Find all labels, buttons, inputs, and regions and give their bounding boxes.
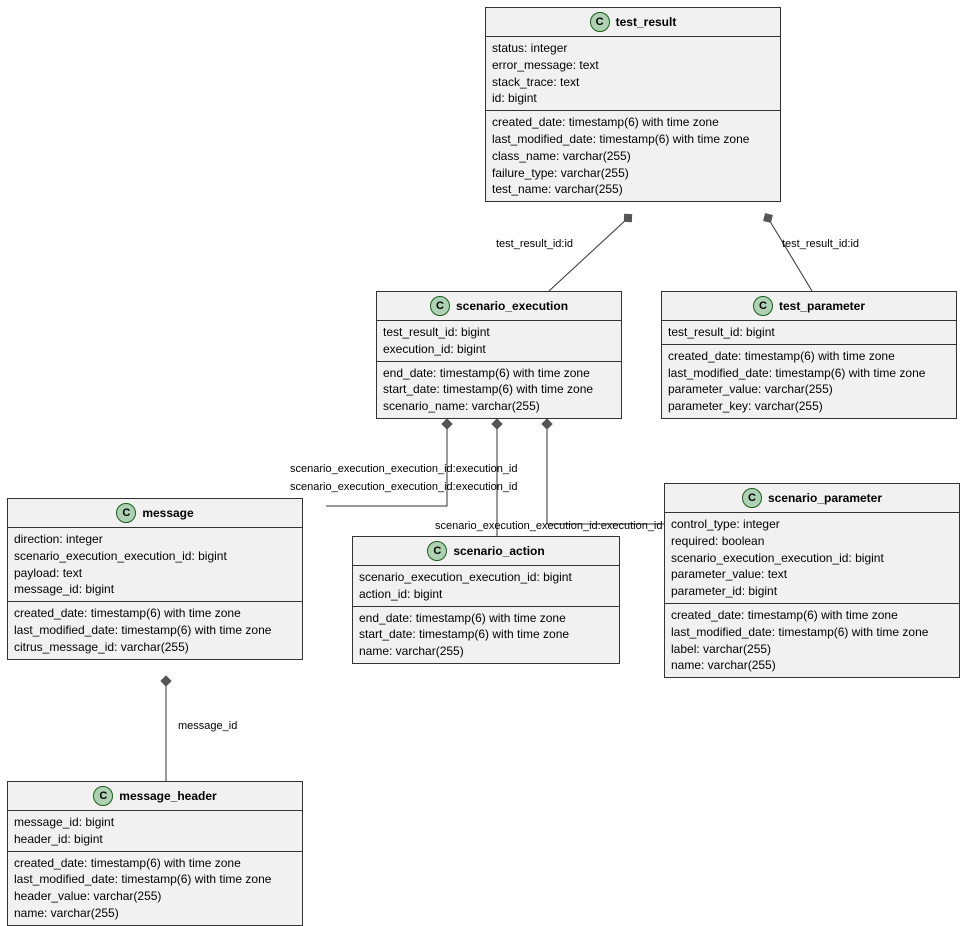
edge-label-msg-mh: message_id — [178, 720, 237, 732]
attr: stack_trace: text — [492, 74, 774, 91]
section: test_result_id: bigint — [662, 321, 956, 344]
section: control_type: integer required: boolean … — [665, 513, 959, 603]
class-icon: C — [742, 488, 762, 508]
attr: last_modified_date: timestamp(6) with ti… — [668, 365, 950, 382]
entity-name: test_result — [616, 15, 677, 29]
attr: parameter_id: bigint — [671, 583, 953, 600]
section: test_result_id: bigint execution_id: big… — [377, 321, 621, 361]
attr: name: varchar(255) — [671, 657, 953, 674]
entity-test-result: C test_result status: integer error_mess… — [485, 7, 781, 202]
entity-title-scenario-parameter: C scenario_parameter — [665, 484, 959, 513]
entity-name: test_parameter — [779, 299, 865, 313]
section: created_date: timestamp(6) with time zon… — [662, 344, 956, 418]
attr: failure_type: varchar(255) — [492, 165, 774, 182]
attr: created_date: timestamp(6) with time zon… — [671, 607, 953, 624]
attr: id: bigint — [492, 90, 774, 107]
section: direction: integer scenario_execution_ex… — [8, 528, 302, 601]
attr: name: varchar(255) — [359, 643, 613, 660]
attr: scenario_execution_execution_id: bigint — [671, 550, 953, 567]
attr: parameter_value: text — [671, 566, 953, 583]
attr: last_modified_date: timestamp(6) with ti… — [492, 131, 774, 148]
entity-name: scenario_parameter — [768, 491, 882, 505]
class-icon: C — [430, 296, 450, 316]
attr: message_id: bigint — [14, 814, 296, 831]
section: created_date: timestamp(6) with time zon… — [8, 851, 302, 925]
attr: created_date: timestamp(6) with time zon… — [668, 348, 950, 365]
entity-message-header: C message_header message_id: bigint head… — [7, 781, 303, 926]
attr: execution_id: bigint — [383, 341, 615, 358]
attr: created_date: timestamp(6) with time zon… — [492, 114, 774, 131]
attr: created_date: timestamp(6) with time zon… — [14, 855, 296, 872]
attr: start_date: timestamp(6) with time zone — [359, 626, 613, 643]
entity-title-message-header: C message_header — [8, 782, 302, 811]
attr: parameter_value: varchar(255) — [668, 381, 950, 398]
section: created_date: timestamp(6) with time zon… — [486, 110, 780, 201]
attr: last_modified_date: timestamp(6) with ti… — [14, 871, 296, 888]
class-icon: C — [93, 786, 113, 806]
attr: test_result_id: bigint — [668, 324, 950, 341]
class-icon: C — [116, 503, 136, 523]
entity-name: message_header — [119, 789, 216, 803]
section: status: integer error_message: text stac… — [486, 37, 780, 110]
attr: citrus_message_id: varchar(255) — [14, 639, 296, 656]
entity-name: scenario_execution — [456, 299, 568, 313]
entity-name: scenario_action — [453, 544, 544, 558]
section: created_date: timestamp(6) with time zon… — [665, 603, 959, 677]
entity-title-test-result: C test_result — [486, 8, 780, 37]
attr: header_id: bigint — [14, 831, 296, 848]
entity-scenario-parameter: C scenario_parameter control_type: integ… — [664, 483, 960, 678]
section: end_date: timestamp(6) with time zone st… — [377, 361, 621, 418]
attr: last_modified_date: timestamp(6) with ti… — [14, 622, 296, 639]
entity-title-message: C message — [8, 499, 302, 528]
section: message_id: bigint header_id: bigint — [8, 811, 302, 851]
attr: direction: integer — [14, 531, 296, 548]
section: end_date: timestamp(6) with time zone st… — [353, 606, 619, 663]
attr: end_date: timestamp(6) with time zone — [383, 365, 615, 382]
section: created_date: timestamp(6) with time zon… — [8, 601, 302, 658]
attr: created_date: timestamp(6) with time zon… — [14, 605, 296, 622]
attr: test_result_id: bigint — [383, 324, 615, 341]
attr: parameter_key: varchar(255) — [668, 398, 950, 415]
attr: last_modified_date: timestamp(6) with ti… — [671, 624, 953, 641]
attr: payload: text — [14, 565, 296, 582]
entity-scenario-execution: C scenario_execution test_result_id: big… — [376, 291, 622, 419]
entity-title-scenario-action: C scenario_action — [353, 537, 619, 566]
attr: test_name: varchar(255) — [492, 181, 774, 198]
edge-label-se-msg: scenario_execution_execution_id:executio… — [290, 463, 518, 475]
attr: message_id: bigint — [14, 581, 296, 598]
attr: scenario_execution_execution_id: bigint — [359, 569, 613, 586]
attr: control_type: integer — [671, 516, 953, 533]
entity-title-scenario-execution: C scenario_execution — [377, 292, 621, 321]
class-icon: C — [590, 12, 610, 32]
attr: scenario_execution_execution_id: bigint — [14, 548, 296, 565]
entity-scenario-action: C scenario_action scenario_execution_exe… — [352, 536, 620, 664]
class-icon: C — [427, 541, 447, 561]
class-icon: C — [753, 296, 773, 316]
attr: start_date: timestamp(6) with time zone — [383, 381, 615, 398]
attr: end_date: timestamp(6) with time zone — [359, 610, 613, 627]
section: scenario_execution_execution_id: bigint … — [353, 566, 619, 606]
attr: action_id: bigint — [359, 586, 613, 603]
edge-label-se-sa: scenario_execution_execution_id:executio… — [290, 481, 518, 493]
attr: class_name: varchar(255) — [492, 148, 774, 165]
attr: status: integer — [492, 40, 774, 57]
edge-label-tr-tp: test_result_id:id — [782, 238, 859, 250]
entity-name: message — [142, 506, 193, 520]
uml-canvas: test_result_id:id test_result_id:id scen… — [0, 0, 972, 925]
attr: error_message: text — [492, 57, 774, 74]
attr: scenario_name: varchar(255) — [383, 398, 615, 415]
attr: required: boolean — [671, 533, 953, 550]
attr: header_value: varchar(255) — [14, 888, 296, 905]
entity-message: C message direction: integer scenario_ex… — [7, 498, 303, 660]
edge-label-tr-se: test_result_id:id — [496, 238, 573, 250]
entity-test-parameter: C test_parameter test_result_id: bigint … — [661, 291, 957, 419]
attr: name: varchar(255) — [14, 905, 296, 922]
entity-title-test-parameter: C test_parameter — [662, 292, 956, 321]
edge-label-se-sp: scenario_execution_execution_id:executio… — [435, 520, 663, 532]
attr: label: varchar(255) — [671, 641, 953, 658]
